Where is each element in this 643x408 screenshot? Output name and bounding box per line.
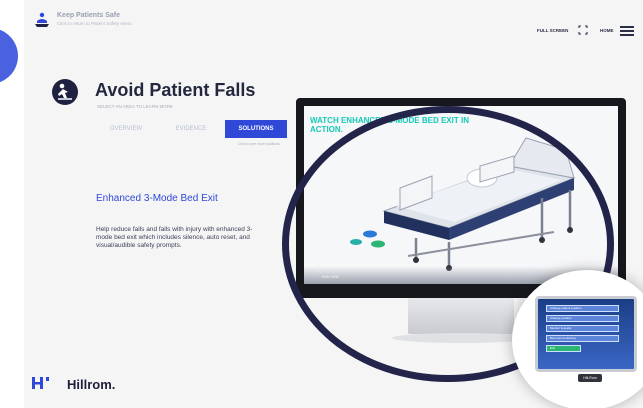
footer-brand: Hillrom. [67, 377, 116, 392]
tab-overview[interactable]: OVERVIEW [95, 120, 157, 138]
header-subtitle[interactable]: Click to return to Patient Safety menu [57, 21, 132, 26]
instruction-text: SELECT AN AREA TO LEARN MORE [97, 104, 174, 109]
fullscreen-button[interactable]: FULL SCREEN [537, 28, 568, 33]
patient-safety-icon[interactable] [33, 11, 51, 29]
see-more-solutions-link[interactable]: Click to see more solutions [238, 142, 280, 146]
tab-solutions[interactable]: SOLUTIONS [225, 120, 287, 138]
menu-icon[interactable] [620, 26, 634, 36]
header-title[interactable]: Keep Patients Safe [57, 12, 120, 19]
side-accent-circle [0, 28, 18, 84]
pendant-row: Exit [546, 345, 581, 352]
pendant-row: Monitor & assist [546, 325, 619, 332]
feature-description: Help reduce falls and falls with injury … [96, 226, 253, 249]
pendant-row: Change patient position [546, 305, 619, 312]
pendant-row: Change position [546, 315, 619, 322]
feature-title: Enhanced 3-Mode Bed Exit [96, 193, 218, 204]
tab-evidence[interactable]: EVIDENCE [160, 120, 222, 138]
pendant-row: Bed exit monitoring [546, 335, 619, 342]
patient-fall-icon [58, 83, 72, 100]
pendant-brand-button: Hill-Rom [578, 374, 602, 382]
fullscreen-icon[interactable] [578, 25, 588, 35]
patient-fall-badge [52, 79, 78, 105]
app-stage: Keep Patients Safe Click to return to Pa… [0, 0, 643, 408]
pendant-screen: Change patient position Change position … [535, 296, 637, 372]
home-button[interactable]: HOME [600, 28, 614, 33]
hillrom-logo-icon [32, 377, 49, 389]
page-title: Avoid Patient Falls [95, 80, 256, 100]
